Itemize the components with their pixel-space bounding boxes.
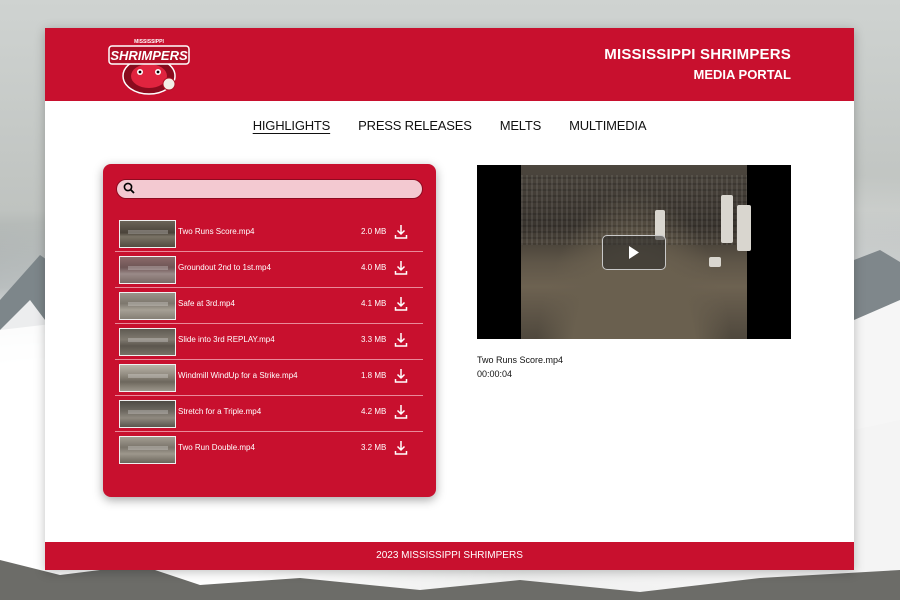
nav-press-releases[interactable]: PRESS RELEASES bbox=[358, 118, 472, 133]
search-input[interactable] bbox=[141, 181, 415, 197]
video-thumbnail bbox=[119, 436, 176, 464]
list-item[interactable]: Stretch for a Triple.mp4 4.2 MB bbox=[115, 396, 423, 432]
download-icon[interactable] bbox=[394, 368, 408, 384]
list-item[interactable]: Groundout 2nd to 1st.mp4 4.0 MB bbox=[115, 252, 423, 288]
file-size: 4.1 MB bbox=[361, 299, 387, 308]
nav-melts[interactable]: MELTS bbox=[500, 118, 542, 133]
play-icon bbox=[629, 246, 639, 259]
svg-text:SHRIMPERS: SHRIMPERS bbox=[110, 48, 188, 63]
site-subtitle: MEDIA PORTAL bbox=[693, 67, 792, 82]
nav-multimedia[interactable]: MULTIMEDIA bbox=[569, 118, 646, 133]
video-thumbnail bbox=[119, 364, 176, 392]
download-icon[interactable] bbox=[394, 224, 408, 240]
search-icon[interactable] bbox=[123, 182, 135, 194]
video-thumbnail bbox=[119, 400, 176, 428]
site-title: MISSISSIPPI SHRIMPERS bbox=[604, 46, 791, 63]
file-size: 3.3 MB bbox=[361, 335, 387, 344]
portal-window: MISSISSIPPI SHRIMPERS MISSISSIPPI SHRIMP… bbox=[45, 28, 854, 570]
file-name: Stretch for a Triple.mp4 bbox=[178, 407, 262, 416]
file-name: Safe at 3rd.mp4 bbox=[178, 299, 235, 308]
file-list: Two Runs Score.mp4 2.0 MB Groundout 2nd … bbox=[115, 216, 423, 467]
play-button[interactable] bbox=[602, 235, 666, 270]
download-icon[interactable] bbox=[394, 260, 408, 276]
shrimpers-logo[interactable]: MISSISSIPPI SHRIMPERS bbox=[106, 34, 192, 96]
download-icon[interactable] bbox=[394, 332, 408, 348]
player-figure bbox=[721, 195, 733, 243]
video-player[interactable] bbox=[477, 165, 791, 339]
file-name: Groundout 2nd to 1st.mp4 bbox=[178, 263, 271, 272]
file-name: Windmill WindUp for a Strike.mp4 bbox=[178, 371, 298, 380]
file-name: Two Run Double.mp4 bbox=[178, 443, 255, 452]
video-title: Two Runs Score.mp4 bbox=[477, 355, 564, 365]
list-item[interactable]: Windmill WindUp for a Strike.mp4 1.8 MB bbox=[115, 360, 423, 396]
download-icon[interactable] bbox=[394, 296, 408, 312]
video-thumbnail bbox=[119, 256, 176, 284]
player-figure bbox=[737, 205, 751, 251]
file-size: 4.2 MB bbox=[361, 407, 387, 416]
file-size: 4.0 MB bbox=[361, 263, 387, 272]
footer: 2023 MISSISSIPPI SHRIMPERS bbox=[45, 542, 854, 570]
list-item[interactable]: Slide into 3rd REPLAY.mp4 3.3 MB bbox=[115, 324, 423, 360]
video-thumbnail bbox=[119, 328, 176, 356]
main-nav: HIGHLIGHTS PRESS RELEASES MELTS MULTIMED… bbox=[45, 118, 854, 133]
download-icon[interactable] bbox=[394, 440, 408, 456]
video-duration: 00:00:04 bbox=[477, 369, 513, 379]
file-size: 1.8 MB bbox=[361, 371, 387, 380]
brand-title: MISSISSIPPI SHRIMPERS MEDIA PORTAL bbox=[604, 45, 791, 85]
video-thumbnail bbox=[119, 292, 176, 320]
footer-text: 2023 MISSISSIPPI SHRIMPERS bbox=[376, 550, 523, 561]
list-item[interactable]: Two Runs Score.mp4 2.0 MB bbox=[115, 216, 423, 252]
svg-text:MISSISSIPPI: MISSISSIPPI bbox=[134, 39, 164, 45]
video-info: Two Runs Score.mp4 00:00:04 bbox=[477, 353, 563, 381]
search-bar bbox=[116, 179, 423, 199]
file-name: Two Runs Score.mp4 bbox=[178, 227, 255, 236]
player-figure bbox=[709, 257, 721, 267]
header-bar: MISSISSIPPI SHRIMPERS MISSISSIPPI SHRIMP… bbox=[45, 28, 854, 101]
video-thumbnail bbox=[119, 220, 176, 248]
list-item[interactable]: Two Run Double.mp4 3.2 MB bbox=[115, 432, 423, 467]
list-item[interactable]: Safe at 3rd.mp4 4.1 MB bbox=[115, 288, 423, 324]
nav-highlights[interactable]: HIGHLIGHTS bbox=[253, 118, 331, 133]
file-size: 3.2 MB bbox=[361, 443, 387, 452]
file-size: 2.0 MB bbox=[361, 227, 387, 236]
download-icon[interactable] bbox=[394, 404, 408, 420]
file-list-panel: Two Runs Score.mp4 2.0 MB Groundout 2nd … bbox=[103, 164, 436, 497]
file-name: Slide into 3rd REPLAY.mp4 bbox=[178, 335, 275, 344]
